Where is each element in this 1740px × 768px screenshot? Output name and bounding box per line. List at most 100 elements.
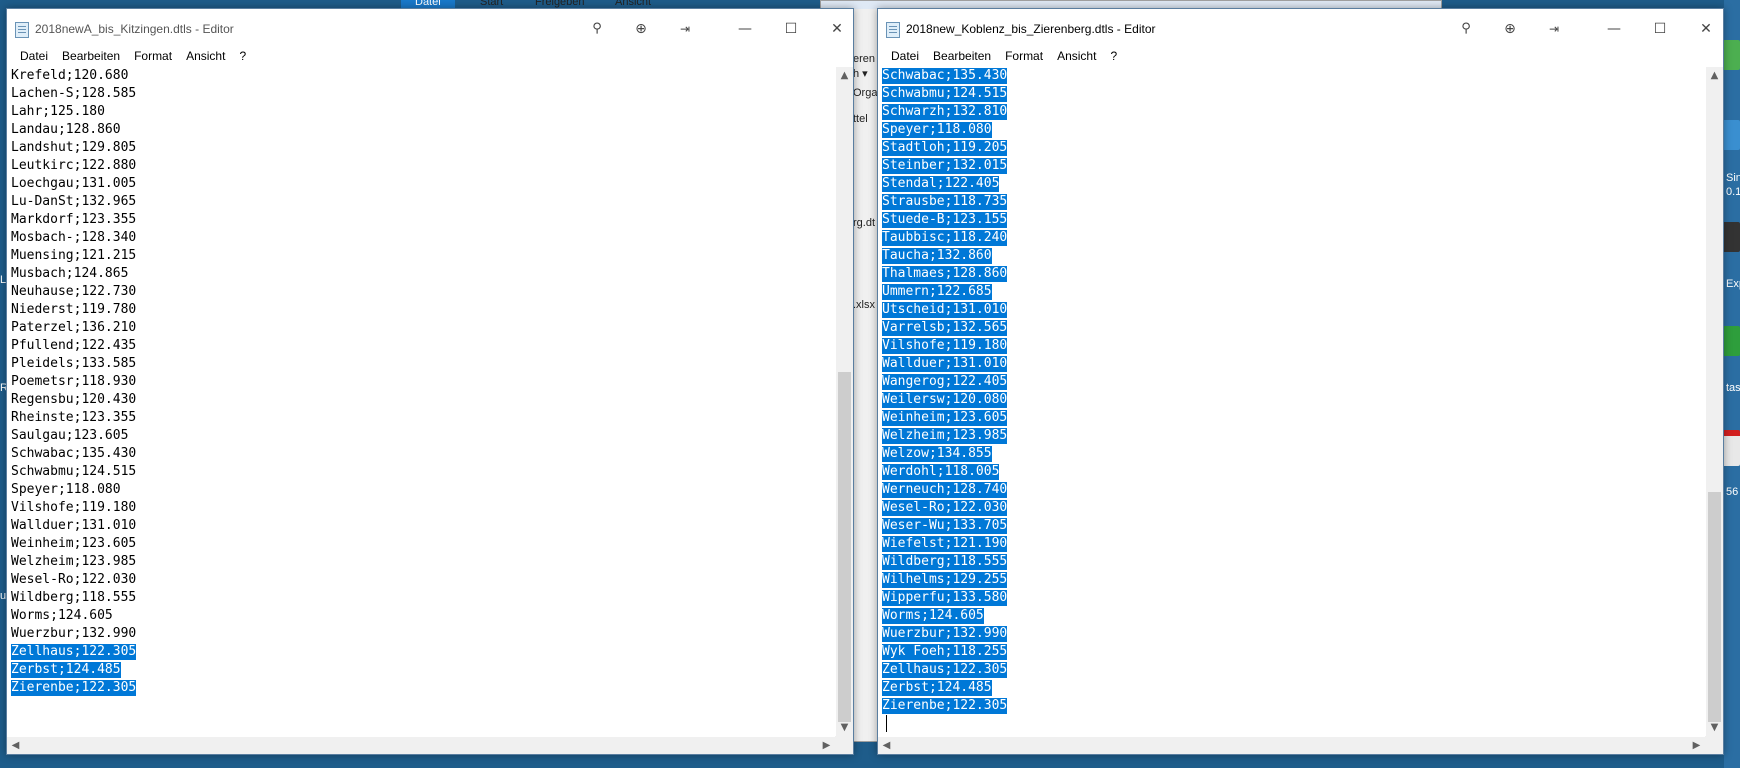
text-line: Pleidels;133.585 [7, 355, 835, 373]
text-line-content: Markdorf;123.355 [11, 212, 137, 227]
resize-grip[interactable] [1705, 736, 1723, 754]
text-line-content: Welzheim;123.985 [11, 554, 137, 569]
text-area[interactable]: Krefeld;120.680 Lachen-S;128.585 Lahr;125.… [7, 67, 835, 736]
text-line: Wuerzbur;132.990 [878, 625, 1705, 643]
text-line: Zerbst;124.485 [878, 679, 1705, 697]
menu-help[interactable]: ? [1103, 49, 1124, 63]
menu-ansicht[interactable]: Ansicht [179, 49, 232, 63]
pin-icon[interactable]: ⚲ [1446, 17, 1486, 41]
menu-ansicht[interactable]: Ansicht [1050, 49, 1103, 63]
scroll-thumb[interactable] [1708, 492, 1721, 722]
text-line: Weilersw;120.080 [878, 391, 1705, 409]
title-bar[interactable]: 2018new_Koblenz_bis_Zierenberg.dtls - Ed… [878, 9, 1723, 45]
horizontal-scrollbar[interactable]: ◀ ▶ [878, 737, 1705, 754]
resize-grip[interactable] [835, 736, 853, 754]
scroll-thumb[interactable] [838, 372, 851, 722]
text-line-content: Zerbst;124.485 [882, 680, 992, 696]
text-line-content: Utscheid;131.010 [882, 302, 1008, 318]
close-button[interactable]: ✕ [817, 17, 857, 41]
notepad-window-right[interactable]: 2018new_Koblenz_bis_Zierenberg.dtls - Ed… [877, 8, 1724, 755]
vertical-scrollbar[interactable]: ▲ ▼ [836, 67, 853, 736]
text-lines: Krefeld;120.680 Lachen-S;128.585 Lahr;125.… [7, 67, 835, 697]
text-line: Muensing;121.215 [7, 247, 835, 265]
minimize-button[interactable]: — [725, 17, 765, 41]
scroll-right-icon[interactable]: ▶ [1688, 737, 1705, 754]
notepad-window-left[interactable]: 2018newA_bis_Kitzingen.dtls - Editor ⚲ ⊕… [6, 8, 854, 755]
menu-help[interactable]: ? [232, 49, 253, 63]
text-line: Schwabac;135.430 [7, 445, 835, 463]
horizontal-scrollbar[interactable]: ◀ ▶ [7, 737, 835, 754]
text-lines: Schwabac;135.430 Schwabmu;124.515 Schwarzh… [878, 67, 1705, 733]
scroll-left-icon[interactable]: ◀ [7, 737, 24, 754]
text-line-content: Schwarzh;132.810 [882, 104, 1008, 120]
snap-icon[interactable]: ⇥ [665, 17, 705, 41]
scroll-down-icon[interactable]: ▼ [1706, 719, 1723, 736]
text-line-content: Worms;124.605 [882, 608, 984, 624]
text-line: Vilshofe;119.180 [7, 499, 835, 517]
maximize-button[interactable]: ☐ [771, 17, 811, 41]
text-line-content: Weilersw;120.080 [882, 392, 1008, 408]
text-line-content: Weinheim;123.605 [882, 410, 1008, 426]
text-line-content: Speyer;118.080 [11, 482, 121, 497]
notepad-icon [886, 22, 900, 38]
text-line: Loechgau;131.005 [7, 175, 835, 193]
text-line-content: Werdohl;118.005 [882, 464, 1000, 480]
text-line-content: Wallduer;131.010 [11, 518, 137, 533]
text-line-content: Wesel-Ro;122.030 [11, 572, 137, 587]
window-title: 2018new_Koblenz_bis_Zierenberg.dtls - Ed… [906, 22, 1156, 36]
menu-bearbeiten[interactable]: Bearbeiten [55, 49, 127, 63]
menu-format[interactable]: Format [998, 49, 1050, 63]
text-line: Stuede-B;123.155 [878, 211, 1705, 229]
text-line-content: Welzow;134.855 [882, 446, 992, 462]
text-line: Musbach;124.865 [7, 265, 835, 283]
desktop-app-icon[interactable] [1722, 120, 1740, 150]
text-line: Neuhause;122.730 [7, 283, 835, 301]
desktop-pdf-icon[interactable] [1722, 430, 1740, 466]
snap-icon[interactable]: ⇥ [1534, 17, 1574, 41]
text-line: Rheinste;123.355 [7, 409, 835, 427]
menu-datei[interactable]: Datei [884, 49, 926, 63]
minimize-button[interactable]: — [1594, 17, 1634, 41]
menu-bearbeiten[interactable]: Bearbeiten [926, 49, 998, 63]
text-line: Wiefelst;121.190 [878, 535, 1705, 553]
move-icon[interactable]: ⊕ [621, 17, 661, 41]
text-line-content: Wuerzbur;132.990 [882, 626, 1008, 642]
text-line-content: Schwabac;135.430 [882, 68, 1008, 84]
desktop-spreadsheet-icon[interactable] [1722, 40, 1740, 70]
text-line-content: Vilshofe;119.180 [882, 338, 1008, 354]
text-line: Landau;128.860 [7, 121, 835, 139]
move-icon[interactable]: ⊕ [1490, 17, 1530, 41]
maximize-button[interactable]: ☐ [1640, 17, 1680, 41]
text-line-content: Vilshofe;119.180 [11, 500, 137, 515]
scroll-down-icon[interactable]: ▼ [836, 719, 853, 736]
scroll-up-icon[interactable]: ▲ [1706, 67, 1723, 84]
vertical-scrollbar[interactable]: ▲ ▼ [1706, 67, 1723, 736]
scroll-right-icon[interactable]: ▶ [818, 737, 835, 754]
menu-datei[interactable]: Datei [13, 49, 55, 63]
text-line-content: Landshut;129.805 [11, 140, 137, 155]
text-line-content: Zellhaus;122.305 [11, 644, 137, 660]
text-line: Stendal;122.405 [878, 175, 1705, 193]
text-line: Pfullend;122.435 [7, 337, 835, 355]
close-button[interactable]: ✕ [1686, 17, 1726, 41]
text-line: Strausbe;118.735 [878, 193, 1705, 211]
text-line-content: Regensbu;120.430 [11, 392, 137, 407]
text-line: Speyer;118.080 [7, 481, 835, 499]
text-line-content: Landau;128.860 [11, 122, 121, 137]
explorer-fragment: h ▾ [853, 68, 868, 80]
scroll-left-icon[interactable]: ◀ [878, 737, 895, 754]
desktop-program-icon[interactable] [1722, 222, 1740, 252]
scroll-up-icon[interactable]: ▲ [836, 67, 853, 84]
desktop-label: 56 [1726, 486, 1739, 498]
text-line: Markdorf;123.355 [7, 211, 835, 229]
menu-bar: Datei Bearbeiten Format Ansicht ? [878, 45, 1723, 67]
text-line: Schwabac;135.430 [878, 67, 1705, 85]
pin-icon[interactable]: ⚲ [577, 17, 617, 41]
text-line: Worms;124.605 [7, 607, 835, 625]
title-bar[interactable]: 2018newA_bis_Kitzingen.dtls - Editor ⚲ ⊕… [7, 9, 853, 45]
text-line-content: Weinheim;123.605 [11, 536, 137, 551]
text-area[interactable]: Schwabac;135.430 Schwabmu;124.515 Schwarzh… [878, 67, 1705, 736]
desktop-green-icon[interactable] [1722, 326, 1740, 356]
text-line-content: Steinber;132.015 [882, 158, 1008, 174]
menu-format[interactable]: Format [127, 49, 179, 63]
